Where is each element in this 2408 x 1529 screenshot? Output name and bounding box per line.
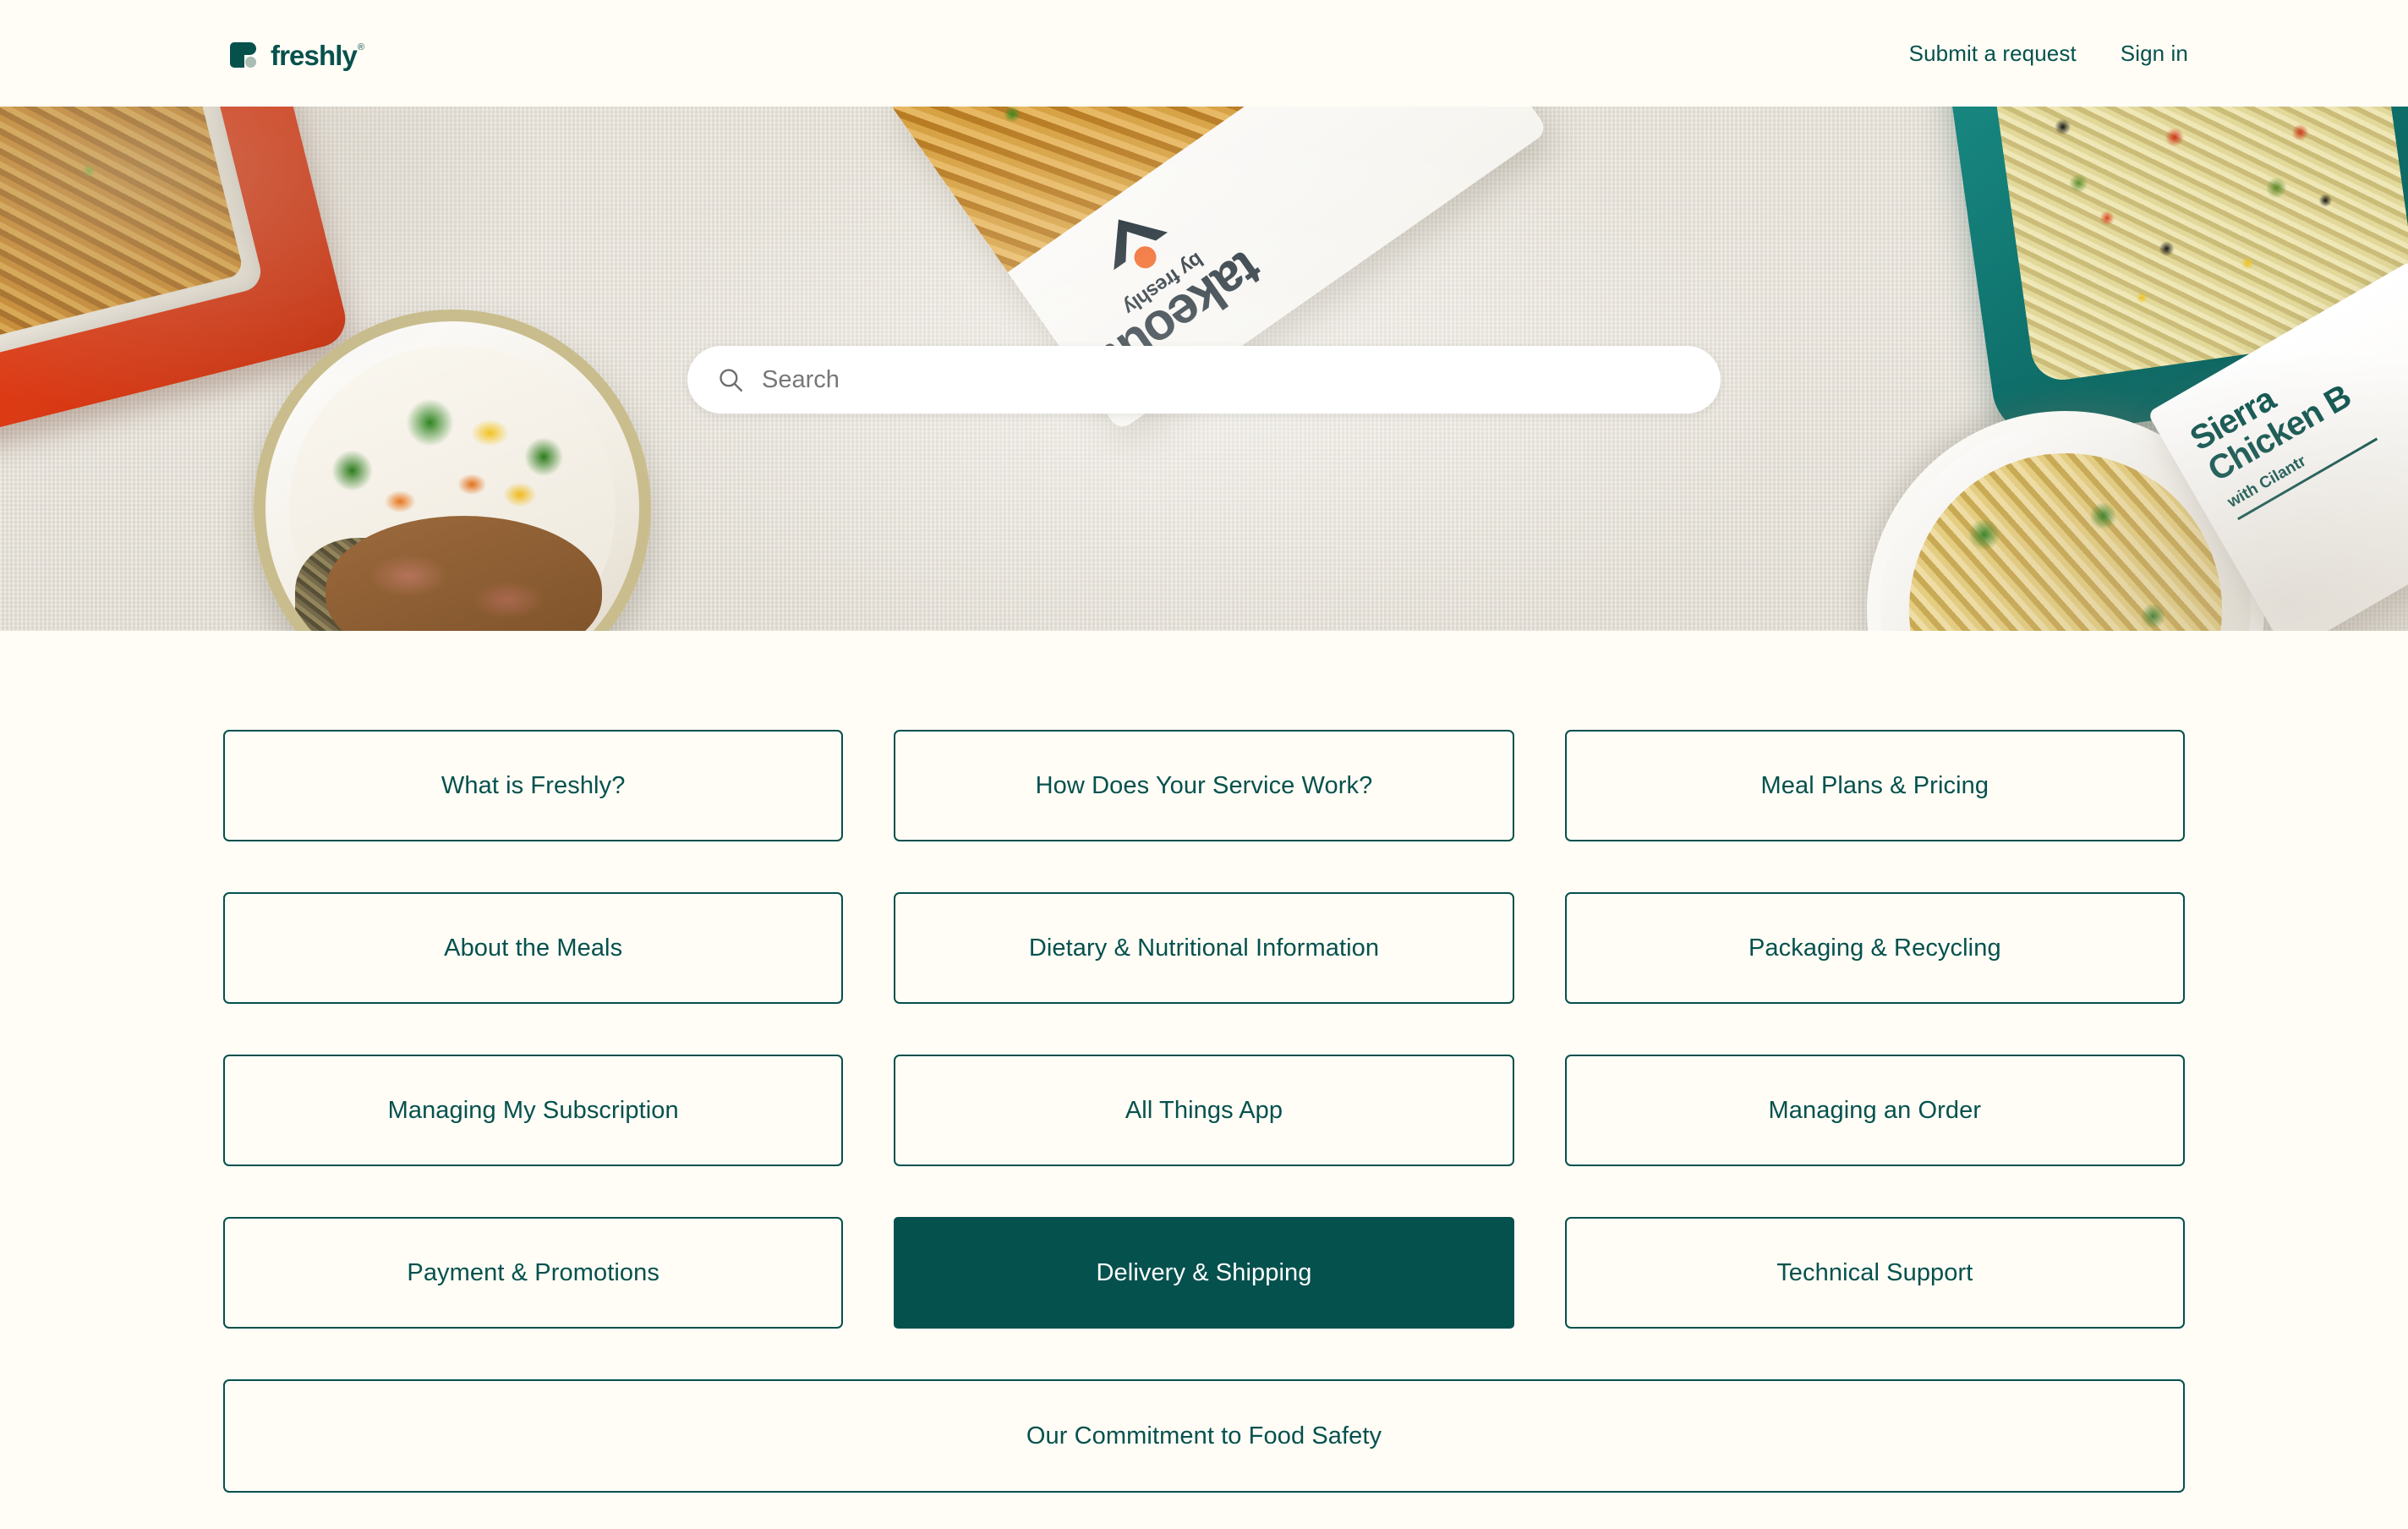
category-card-delivery-and-shipping[interactable]: Delivery & Shipping	[894, 1217, 1514, 1329]
brand-trademark: ®	[357, 41, 364, 52]
category-row-5: Our Commitment to Food Safety	[223, 1379, 2185, 1493]
search-icon	[720, 369, 742, 392]
hero-search-container	[0, 346, 2408, 414]
search-input[interactable]	[762, 346, 1692, 414]
brand-name-text: freshly	[271, 39, 358, 71]
brand-logo-link[interactable]: freshly®	[230, 39, 364, 71]
category-row-3: Managing My Subscription All Things App …	[223, 1055, 2185, 1166]
category-row-4: Payment & Promotions Delivery & Shipping…	[223, 1217, 2185, 1329]
header-navigation: Submit a request Sign in	[1909, 41, 2188, 67]
hero-banner: takeout by freshly Sierra Chicken B with	[0, 107, 2408, 631]
category-card-managing-an-order[interactable]: Managing an Order	[1564, 1055, 2185, 1166]
category-card-how-does-your-service-work[interactable]: How Does Your Service Work?	[894, 730, 1514, 841]
category-grid: What is Freshly? How Does Your Service W…	[0, 631, 2408, 1493]
search-bar[interactable]	[687, 346, 1721, 414]
category-card-dietary-and-nutritional-information[interactable]: Dietary & Nutritional Information	[894, 892, 1514, 1004]
sign-in-link[interactable]: Sign in	[2121, 41, 2188, 67]
brand-wordmark: freshly®	[271, 39, 364, 71]
category-card-managing-my-subscription[interactable]: Managing My Subscription	[223, 1055, 844, 1166]
category-card-payment-and-promotions[interactable]: Payment & Promotions	[223, 1217, 844, 1329]
category-card-our-commitment-to-food-safety[interactable]: Our Commitment to Food Safety	[223, 1379, 2185, 1493]
category-row-1: What is Freshly? How Does Your Service W…	[223, 730, 2185, 841]
submit-a-request-link[interactable]: Submit a request	[1909, 41, 2077, 67]
category-card-technical-support[interactable]: Technical Support	[1564, 1217, 2185, 1329]
site-header: freshly® Submit a request Sign in	[0, 0, 2408, 107]
category-card-meal-plans-and-pricing[interactable]: Meal Plans & Pricing	[1564, 730, 2185, 841]
category-card-all-things-app[interactable]: All Things App	[894, 1055, 1514, 1166]
category-card-what-is-freshly[interactable]: What is Freshly?	[223, 730, 844, 841]
category-card-about-the-meals[interactable]: About the Meals	[223, 892, 844, 1004]
category-card-packaging-and-recycling[interactable]: Packaging & Recycling	[1564, 892, 2185, 1004]
category-row-2: About the Meals Dietary & Nutritional In…	[223, 892, 2185, 1004]
freshly-logo-icon	[230, 41, 259, 69]
